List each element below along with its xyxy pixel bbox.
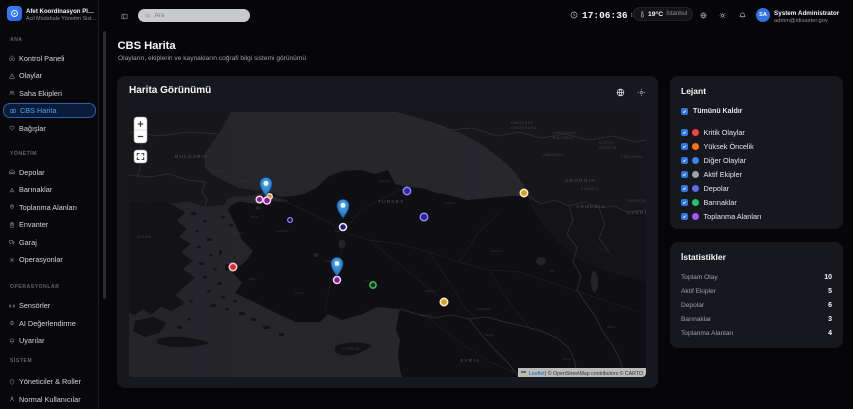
svg-text:AZERB: AZERB bbox=[627, 210, 646, 216]
svg-text:Aydin: Aydin bbox=[249, 277, 257, 281]
svg-text:SVANETI: SVANETI bbox=[581, 187, 598, 191]
svg-text:Edirne: Edirne bbox=[213, 169, 222, 173]
svg-text:SYRIA: SYRIA bbox=[460, 358, 480, 364]
svg-text:Mardin: Mardin bbox=[485, 333, 495, 337]
svg-text:BULGARIA: BULGARIA bbox=[175, 154, 209, 160]
svg-text:Eskisehir: Eskisehir bbox=[277, 229, 289, 233]
svg-text:BALKARIA: BALKARIA bbox=[553, 136, 573, 140]
svg-text:DAGESTAN: DAGESTAN bbox=[627, 199, 646, 203]
svg-text:ATHINA: ATHINA bbox=[137, 235, 152, 239]
svg-text:Trabzon: Trabzon bbox=[445, 201, 456, 205]
svg-text:Konya: Konya bbox=[295, 291, 304, 295]
svg-text:Gaziantep: Gaziantep bbox=[419, 313, 433, 317]
svg-text:ABKHAZIA: ABKHAZIA bbox=[543, 153, 564, 157]
svg-text:Malatya: Malatya bbox=[425, 289, 436, 293]
svg-text:Balikesir: Balikesir bbox=[233, 231, 244, 235]
svg-text:KABARDINO-: KABARDINO- bbox=[553, 131, 579, 135]
svg-text:TURKEY: TURKEY bbox=[378, 199, 404, 205]
svg-text:Bursa: Bursa bbox=[251, 215, 259, 219]
svg-text:Tabriz: Tabriz bbox=[607, 325, 616, 329]
svg-text:Erzurum: Erzurum bbox=[491, 249, 503, 253]
svg-text:Diyarbakir: Diyarbakir bbox=[477, 307, 491, 311]
svg-text:GEORGIA: GEORGIA bbox=[565, 178, 596, 184]
svg-text:CHERKESSIA: CHERKESSIA bbox=[511, 126, 538, 130]
svg-text:OSSETIA: OSSETIA bbox=[599, 146, 617, 150]
svg-text:Mosul: Mosul bbox=[563, 357, 571, 361]
svg-text:ARMENIA: ARMENIA bbox=[576, 204, 606, 210]
svg-text:Van: Van bbox=[549, 269, 554, 273]
svg-text:Leaflet: Leaflet bbox=[529, 371, 545, 377]
svg-text:NORTH: NORTH bbox=[599, 141, 613, 145]
svg-text:Istanbul: Istanbul bbox=[241, 179, 252, 183]
svg-text:Samsun: Samsun bbox=[379, 179, 390, 183]
svg-text:CYPRUS: CYPRUS bbox=[343, 347, 360, 351]
svg-text:CHECHNYA: CHECHNYA bbox=[621, 155, 644, 159]
svg-text:KARACHAY-: KARACHAY- bbox=[511, 121, 534, 125]
svg-text:| © OpenStreetMap contributors: | © OpenStreetMap contributors © CARTO bbox=[545, 370, 643, 377]
